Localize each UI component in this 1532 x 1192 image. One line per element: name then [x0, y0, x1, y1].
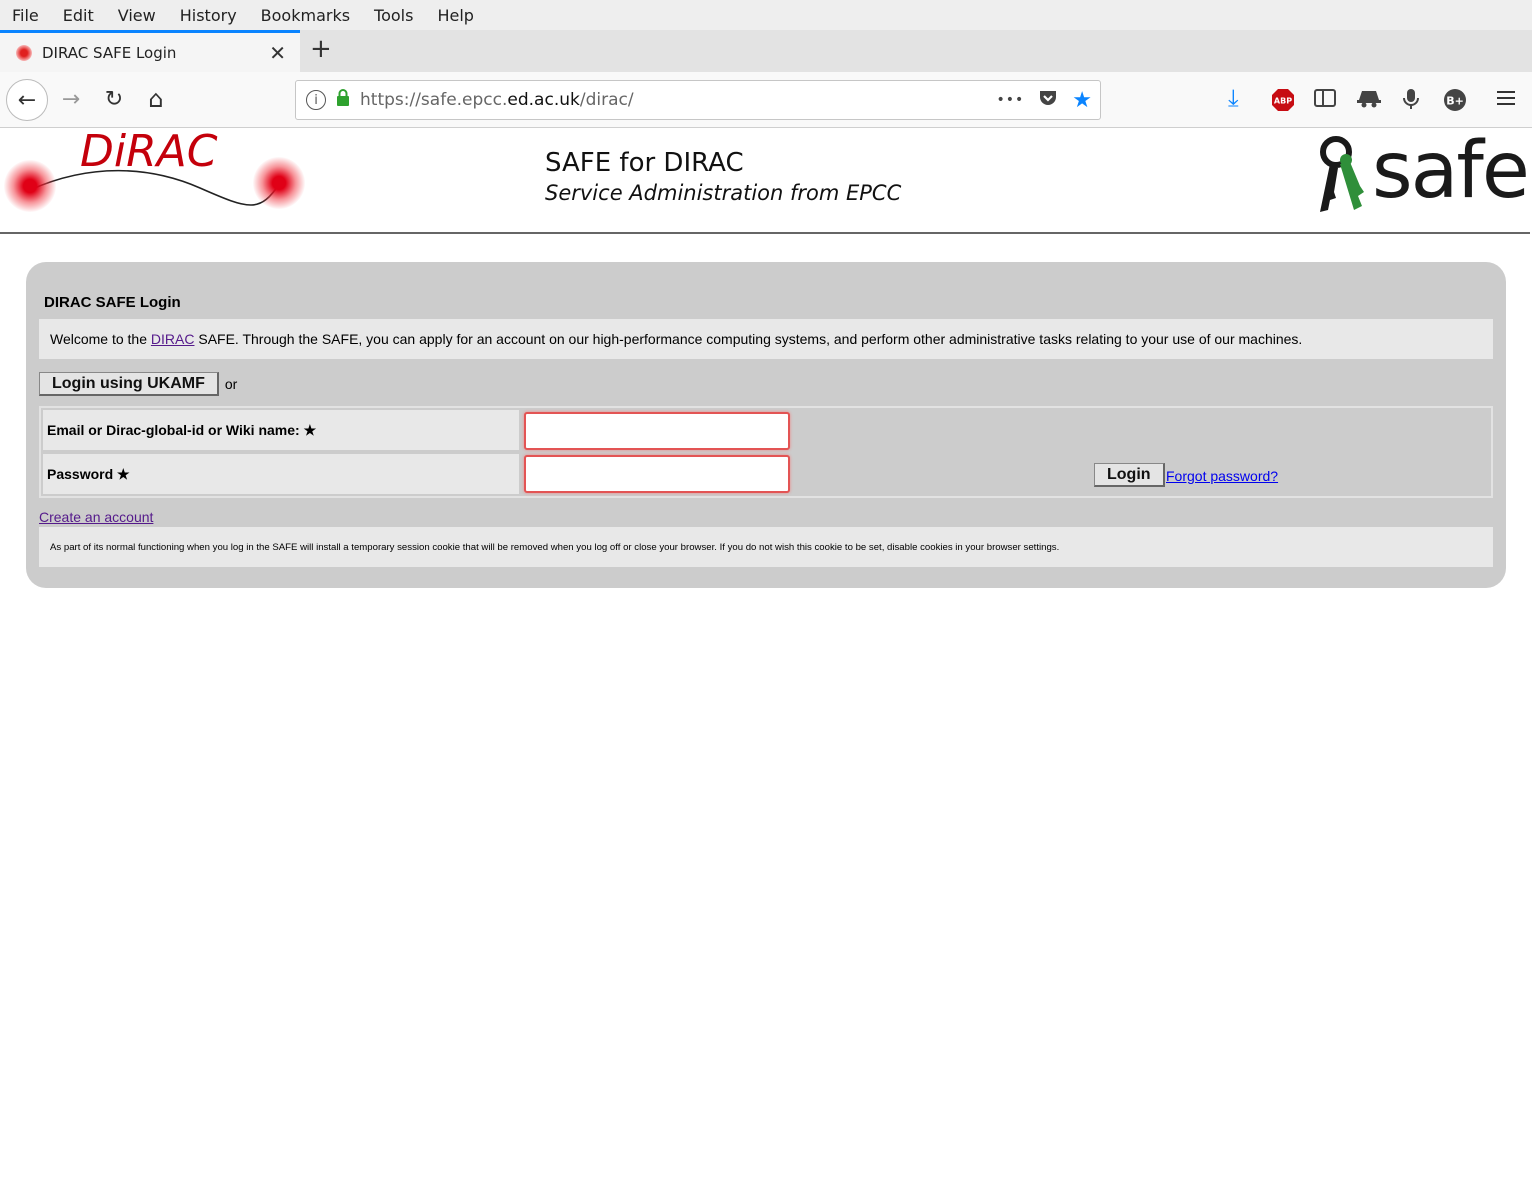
tab-title: DIRAC SAFE Login: [42, 43, 177, 62]
login-panel: DIRAC SAFE Login Welcome to the DIRAC SA…: [26, 262, 1506, 588]
tab-dirac-safe-login[interactable]: DIRAC SAFE Login ✕: [0, 30, 300, 72]
nav-bar: ← → ↻ ⌂ i https://safe.epcc.ed.ac.uk/dir…: [0, 72, 1532, 128]
close-tab-icon[interactable]: ✕: [269, 41, 286, 65]
url-bar[interactable]: i https://safe.epcc.ed.ac.uk/dirac/ ••• …: [295, 80, 1101, 120]
page-actions-icon[interactable]: •••: [996, 92, 1024, 108]
cookie-notice: As part of its normal functioning when y…: [39, 527, 1493, 567]
svg-text:B+: B+: [1446, 95, 1464, 108]
info-icon[interactable]: i: [306, 90, 326, 110]
ukamf-row: Login using UKAMF or: [39, 372, 237, 396]
forward-icon[interactable]: →: [52, 80, 90, 118]
svg-text:ABP: ABP: [1274, 97, 1292, 106]
menu-view[interactable]: View: [118, 6, 156, 25]
menu-history[interactable]: History: [180, 6, 237, 25]
email-label: Email or Dirac-global-id or Wiki name: ★: [43, 410, 519, 450]
tab-strip: DIRAC SAFE Login ✕ +: [0, 30, 1532, 72]
url-actions: ••• ★: [982, 88, 1092, 113]
sidebar-icon[interactable]: [1314, 88, 1336, 113]
login-form: Email or Dirac-global-id or Wiki name: ★…: [39, 406, 1493, 498]
dirac-logo[interactable]: DiRAC: [0, 126, 310, 228]
login-button[interactable]: Login: [1094, 463, 1165, 487]
bplus-extension-icon[interactable]: B+: [1443, 88, 1467, 117]
forgot-password-link[interactable]: Forgot password?: [1166, 468, 1278, 484]
url-prefix: https://safe.epcc.: [360, 90, 508, 110]
password-field[interactable]: [524, 455, 790, 493]
welcome-text-after: SAFE. Through the SAFE, you can apply fo…: [194, 331, 1303, 347]
welcome-text-before: Welcome to the: [50, 331, 151, 347]
menu-tools[interactable]: Tools: [374, 6, 413, 25]
back-icon[interactable]: ←: [6, 79, 48, 121]
menu-edit[interactable]: Edit: [63, 6, 94, 25]
or-text: or: [224, 376, 238, 392]
home-icon[interactable]: ⌂: [137, 80, 175, 118]
lock-icon: [336, 88, 350, 112]
login-ukamf-button[interactable]: Login using UKAMF: [39, 372, 219, 396]
menu-file[interactable]: File: [12, 6, 39, 25]
dirac-logo-dot-left: [4, 160, 56, 212]
menu-bookmarks[interactable]: Bookmarks: [261, 6, 350, 25]
download-icon[interactable]: ⤓: [1228, 84, 1239, 112]
menu-help[interactable]: Help: [437, 6, 473, 25]
password-label: Password ★: [43, 454, 519, 494]
hamburger-menu-icon[interactable]: [1495, 88, 1517, 113]
page-header: DiRAC SAFE for DIRAC Service Administrat…: [0, 126, 1530, 234]
create-account-link[interactable]: Create an account: [39, 509, 153, 525]
dirac-link[interactable]: DIRAC: [151, 331, 195, 347]
welcome-message: Welcome to the DIRAC SAFE. Through the S…: [39, 319, 1493, 359]
url-domain: ed.ac.uk: [507, 90, 580, 110]
url-path: /dirac/: [579, 90, 634, 110]
pocket-icon[interactable]: [1038, 89, 1058, 112]
new-tab-icon[interactable]: +: [310, 34, 332, 64]
reload-icon[interactable]: ↻: [95, 80, 133, 118]
site-subtitle: Service Administration from EPCC: [545, 181, 902, 205]
menu-bar: File Edit View History Bookmarks Tools H…: [0, 0, 1532, 30]
dirac-logo-dot-right: [253, 157, 305, 209]
site-title: SAFE for DIRAC: [545, 148, 744, 178]
url-text[interactable]: https://safe.epcc.ed.ac.uk/dirac/: [360, 90, 982, 110]
safe-logo-text: safe: [1372, 126, 1530, 216]
bookmark-star-icon[interactable]: ★: [1072, 88, 1092, 113]
private-browsing-icon[interactable]: [1357, 88, 1381, 113]
favicon-icon: [16, 44, 32, 61]
adblock-icon[interactable]: ABP: [1271, 88, 1295, 117]
email-field[interactable]: [524, 412, 790, 450]
panel-title: DIRAC SAFE Login: [44, 294, 181, 311]
safe-logo[interactable]: safe: [1310, 126, 1530, 224]
microphone-icon[interactable]: [1401, 88, 1421, 115]
keys-icon: [1320, 136, 1364, 212]
